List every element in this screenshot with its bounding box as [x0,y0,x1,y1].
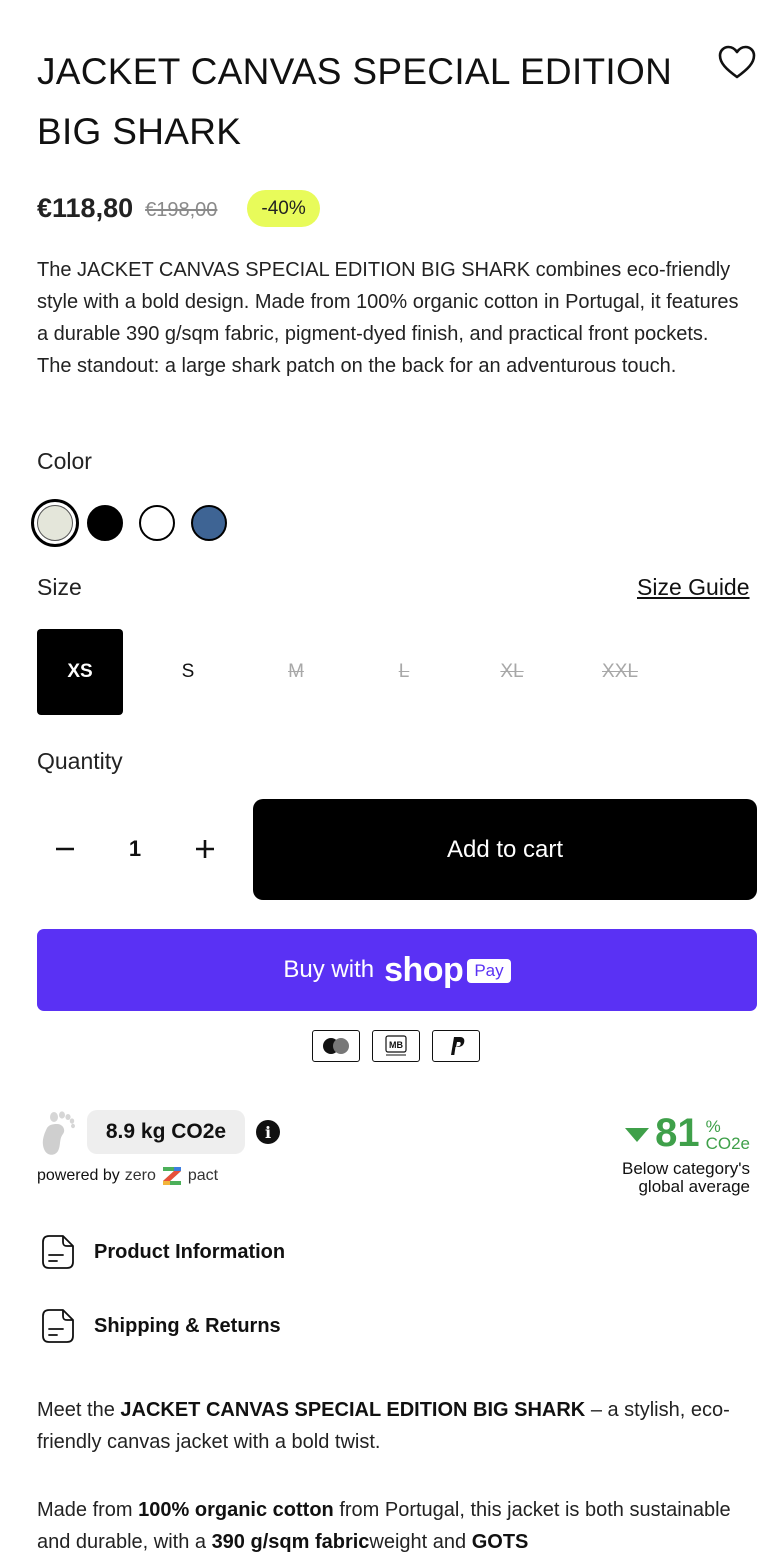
size-option[interactable]: M [253,629,339,715]
powered-by: powered by zero pact [37,1164,218,1188]
color-swatch[interactable] [139,505,175,541]
bold-text: 100% organic cotton [138,1499,334,1521]
color-swatch[interactable] [191,505,227,541]
product-page: JACKET CANVAS SPECIAL EDITION BIG SHARK … [0,0,782,1553]
co2-percent-unit: % CO2e [706,1118,750,1152]
size-option[interactable]: XXL [577,629,663,715]
co2-unit-label: CO2e [705,1134,750,1153]
size-option[interactable]: XS [37,629,123,715]
sale-price: €118,80 [37,192,134,223]
product-description: The JACKET CANVAS SPECIAL EDITION BIG SH… [37,259,739,377]
compare-price: €198,00 [145,198,218,221]
pay-pill: Pay [467,959,511,983]
color-swatches [31,497,243,549]
paypal-icon [432,1030,480,1062]
mastercard-icon [312,1030,360,1062]
size-option[interactable]: L [361,629,447,715]
minus-icon[interactable] [37,821,93,877]
quantity-stepper: 1 [37,805,237,893]
color-label: Color [37,448,92,474]
co2-note: Below category's global average [600,1160,750,1196]
quantity-label: Quantity [37,748,123,774]
zeropact-left: zero [124,1167,156,1184]
text-span: weight and [369,1531,472,1553]
accordion-product-information[interactable]: Product Information [37,1232,285,1272]
bold-text: GOTS [471,1531,529,1553]
product-title: JACKET CANVAS SPECIAL EDITION BIG SHARK [37,51,673,152]
payment-methods: MB [312,1030,492,1062]
color-swatch[interactable] [31,499,79,547]
multibanco-text: MB [389,1040,403,1050]
bold-text: JACKET CANVAS SPECIAL EDITION BIG SHARK [120,1399,586,1421]
document-icon [42,1235,74,1269]
quantity-value[interactable]: 1 [93,836,177,862]
zeropact-z-icon [162,1167,181,1185]
wishlist-heart-icon[interactable] [716,42,758,84]
zeropact-right: pact [187,1167,219,1184]
co2-note-line2: global average [638,1177,750,1196]
size-option[interactable]: XL [469,629,555,715]
color-swatch[interactable] [87,505,123,541]
accordion-title: Product Information [94,1240,286,1263]
accordion-title: Shipping & Returns [94,1314,281,1337]
footprint-icon [37,1108,77,1158]
accordion-shipping-returns[interactable]: Shipping & Returns [37,1306,281,1346]
long-description-p1: Meet the JACKET CANVAS SPECIAL EDITION B… [37,1394,742,1458]
long-description-p2: Made from 100% organic cotton from Portu… [37,1494,742,1558]
info-icon[interactable]: i [256,1120,280,1144]
co2-percent-value: 81 [655,1111,700,1155]
co2-comparison: 81 % CO2e Below category's global averag… [600,1110,750,1196]
down-triangle-icon [625,1128,650,1142]
size-options: XS S M L XL XXL [37,629,685,715]
size-guide-link[interactable]: Size Guide [637,574,750,601]
shop-pay-button[interactable]: Buy with shop Pay [37,929,757,1011]
size-label: Size [37,574,82,600]
plus-icon[interactable] [177,821,233,877]
shop-logo: shop [384,950,464,989]
co2-value: 8.9 kg CO2e [87,1110,245,1154]
powered-by-label: powered by [37,1167,120,1184]
discount-badge: -40% [247,189,320,227]
size-option[interactable]: S [145,629,231,715]
price-row: €118,80 €198,00 -40% [37,186,320,230]
text-span: Meet the [37,1399,121,1421]
document-icon [42,1309,74,1343]
co2-note-line1: Below category's [622,1159,750,1178]
text-span: Made from [37,1499,139,1521]
buy-with-label: Buy with [283,956,375,983]
zeropact-logo: zero pact [125,1164,218,1188]
bold-text: 390 g/sqm fabric [211,1531,370,1553]
color-swatch-fill [37,505,73,541]
add-to-cart-button[interactable]: Add to cart [253,799,757,900]
multibanco-icon: MB [372,1030,420,1062]
